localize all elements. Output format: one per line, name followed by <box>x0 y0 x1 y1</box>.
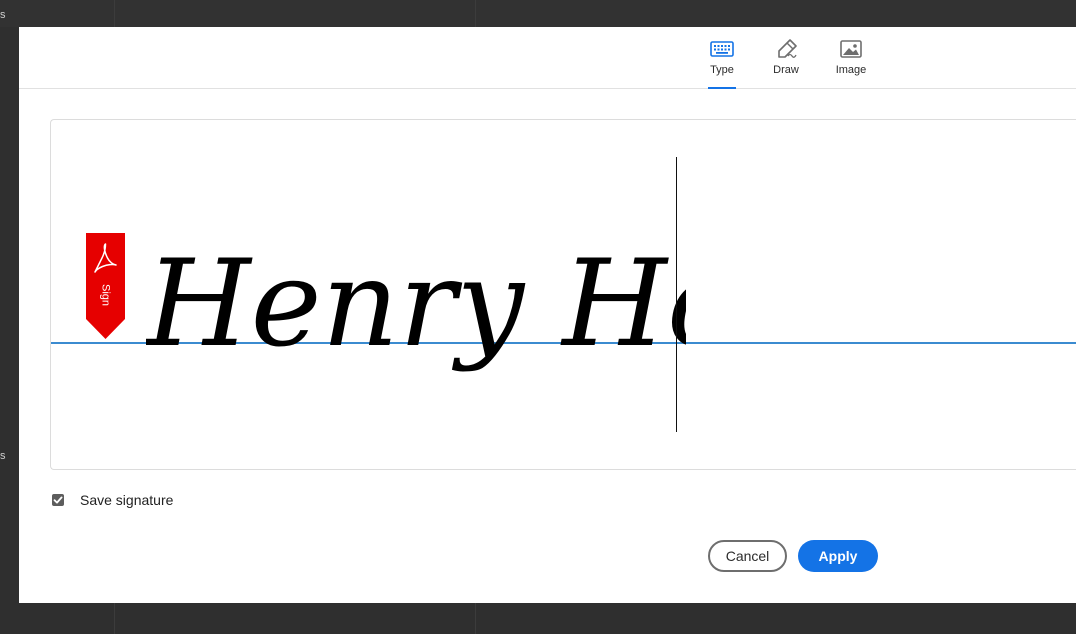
tab-label: Draw <box>773 64 799 76</box>
background-divider <box>114 0 115 27</box>
tab-type[interactable]: Type <box>708 39 736 89</box>
background-edge-text: s <box>0 9 6 21</box>
background-edge-text: s <box>0 450 6 462</box>
text-cursor <box>676 157 677 432</box>
signature-dialog: Type Draw Image Sign Henry Ho Save signa… <box>19 27 1076 603</box>
signature-mode-tabs: Type Draw Image <box>19 27 1076 89</box>
apply-button[interactable]: Apply <box>798 540 878 572</box>
cancel-button[interactable]: Cancel <box>708 540 787 572</box>
background-window <box>0 0 1076 27</box>
sign-flag-label: Sign <box>99 283 112 307</box>
tab-label: Image <box>835 64 867 76</box>
save-signature-checkbox[interactable] <box>52 494 64 506</box>
active-tab-indicator <box>708 87 736 89</box>
tab-draw[interactable]: Draw <box>769 39 803 89</box>
signature-canvas[interactable]: Sign Henry Ho <box>50 119 1076 470</box>
save-signature-label: Save signature <box>80 492 174 508</box>
tab-label: Type <box>710 64 734 76</box>
keyboard-icon <box>710 41 734 57</box>
image-icon <box>840 40 862 58</box>
save-signature-option[interactable]: Save signature <box>52 492 173 508</box>
pen-icon <box>778 39 797 58</box>
background-divider <box>475 0 476 27</box>
sign-here-flag: Sign <box>86 233 125 339</box>
checkmark-icon <box>53 496 63 504</box>
background-divider <box>475 603 476 634</box>
typed-signature: Henry Ho <box>146 235 686 374</box>
tab-image[interactable]: Image <box>834 39 868 89</box>
background-divider <box>114 603 115 634</box>
signature-text: Henry Ho <box>146 235 686 374</box>
